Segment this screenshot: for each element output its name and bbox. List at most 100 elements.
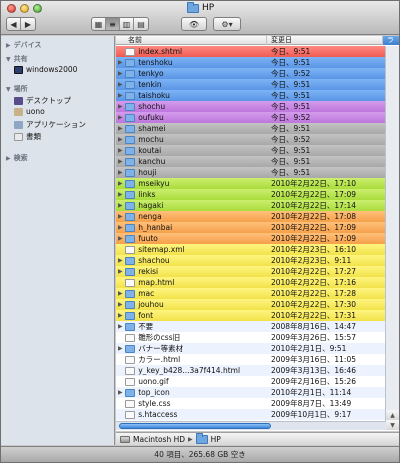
disclosure-triangle-icon[interactable]: ▶ (116, 290, 125, 297)
file-row[interactable]: sitemap.xml2010年2月23日、16:10イ (116, 244, 399, 255)
file-name: top_icon (138, 388, 170, 397)
file-row[interactable]: ▶kanchu今日、9:51グ (116, 156, 399, 167)
disclosure-triangle-icon[interactable]: ▶ (116, 59, 125, 66)
disclosure-triangle-icon[interactable]: ▶ (116, 114, 125, 121)
disclosure-triangle-icon[interactable]: ▶ (116, 202, 125, 209)
disclosure-triangle-icon[interactable]: ▶ (116, 191, 125, 198)
back-button[interactable]: ◀ (7, 18, 21, 30)
disclosure-triangle-icon[interactable]: ▶ (116, 70, 125, 77)
disclosure-triangle-icon[interactable]: ▶ (116, 323, 125, 330)
quicklook-button[interactable]: 👁 (181, 17, 207, 31)
file-row[interactable]: ▶ 不要 2008年8月16日、14:47 (116, 321, 399, 332)
sidebar-item-desktop[interactable]: デスクトップ (14, 95, 71, 106)
file-name: バナー等素材 (138, 344, 184, 353)
file-row[interactable]: ▶rekisi2010年2月22日、17:27イ (116, 266, 399, 277)
file-row[interactable]: ▶font2010年2月22日、17:31イ (116, 310, 399, 321)
scroll-down-arrow-icon[interactable]: ▼ (386, 420, 399, 430)
forward-button[interactable]: ▶ (21, 18, 35, 30)
column-header-name[interactable]: 名前 (124, 36, 236, 45)
disclosure-triangle-icon[interactable]: ▶ (116, 257, 125, 264)
sidebar-header-shared[interactable]: ▼ 共有 (6, 54, 28, 64)
file-row[interactable]: ▶mochu今日、9:52グ (116, 134, 399, 145)
action-menu-button[interactable]: ⚙▾ (213, 17, 241, 31)
horizontal-scrollbar[interactable] (116, 421, 386, 430)
disclosure-triangle-icon[interactable]: ▶ (116, 169, 125, 176)
disclosure-triangle-icon[interactable]: ▶ (116, 81, 125, 88)
zoom-button[interactable] (33, 4, 42, 13)
sidebar-header-places[interactable]: ▼ 場所 (6, 84, 28, 94)
scroll-up-arrow-icon[interactable]: ▲ (386, 410, 399, 420)
list-view-button[interactable]: ≡ (106, 18, 120, 30)
file-row[interactable]: 雛形のcss旧 2009年3月26日、15:57 (116, 332, 399, 343)
minimize-button[interactable] (20, 4, 29, 13)
column-view-button[interactable]: ▥ (120, 18, 134, 30)
file-row[interactable]: ▶ バナー等素材 2010年2月1日、9:51 (116, 343, 399, 354)
disclosure-triangle-icon[interactable]: ▶ (116, 389, 125, 396)
disclosure-triangle-icon[interactable]: ▶ (116, 103, 125, 110)
file-row[interactable]: ▶nenga2010年2月22日、17:08オ (116, 211, 399, 222)
file-row[interactable]: s.htaccess 2009年10月1日、9:17 (116, 409, 399, 420)
file-row[interactable]: ▶tenshoku今日、9:51ブ (116, 57, 399, 68)
sidebar-item-documents[interactable]: 書類 (14, 131, 41, 142)
disclosure-triangle-icon[interactable]: ▶ (116, 268, 125, 275)
disclosure-triangle-icon[interactable]: ▶ (116, 92, 125, 99)
file-date: 2010年2月22日、17:14 (270, 201, 356, 210)
disclosure-triangle-icon[interactable]: ▶ (116, 147, 125, 154)
file-row[interactable]: ▶hagaki2010年2月22日、17:14グ (116, 200, 399, 211)
path-item-folder[interactable]: HP (211, 435, 221, 444)
disclosure-triangle-icon[interactable]: ▶ (116, 180, 125, 187)
sidebar: ▶ デバイス ▼ 共有 windows2000 ▼ 場所 デスクトップ uono… (1, 36, 115, 445)
file-row[interactable]: ▶fuuto2010年2月22日、17:09オ (116, 233, 399, 244)
disclosure-triangle-icon[interactable]: ▶ (116, 235, 125, 242)
sidebar-item-applications[interactable]: アプリケーション (14, 119, 86, 130)
file-row[interactable]: ▶houji今日、9:51グ (116, 167, 399, 178)
disclosure-triangle-icon[interactable]: ▶ (116, 345, 125, 352)
file-row[interactable]: uono.gif 2009年2月16日、15:26 (116, 376, 399, 387)
disclosure-triangle-icon[interactable]: ▶ (116, 312, 125, 319)
folder-icon (124, 223, 136, 232)
folder-icon (187, 1, 199, 13)
coverflow-view-button[interactable]: ▤ (134, 18, 148, 30)
disclosure-triangle-icon[interactable]: ▶ (116, 213, 125, 220)
disclosure-triangle-icon[interactable]: ▶ (116, 158, 125, 165)
file-row[interactable]: ▶jouhou2010年2月22日、17:30イ (116, 299, 399, 310)
file-name: tenkyo (138, 69, 164, 78)
sidebar-header-devices[interactable]: ▶ デバイス (6, 40, 41, 50)
folder-icon (124, 311, 136, 320)
sidebar-header-search[interactable]: ▶ 検索 (6, 153, 28, 163)
sidebar-item-windows2000[interactable]: windows2000 (14, 65, 77, 74)
file-row[interactable]: map.html2010年2月22日、17:16イ (116, 277, 399, 288)
file-row[interactable]: ▶shachou2010年2月23日、9:11イ (116, 255, 399, 266)
file-row[interactable]: ▶mac2010年2月22日、17:28イ (116, 288, 399, 299)
disclosure-triangle-icon[interactable]: ▶ (116, 224, 125, 231)
file-name: kanchu (138, 157, 166, 166)
file-name: houji (138, 168, 157, 177)
file-row[interactable]: index.shtml今日、9:51レ (116, 46, 399, 57)
file-row[interactable]: ▶ top_icon 2010年2月1日、11:14 (116, 387, 399, 398)
file-row[interactable]: ▶koutai今日、9:51グ (116, 145, 399, 156)
vertical-scrollbar[interactable]: ▲ ▼ (385, 46, 399, 430)
sidebar-item-home[interactable]: uono (14, 107, 45, 116)
finder-window: HP ◀ ▶ ▦ ≡ ▥ ▤ 👁 ⚙▾ ▶ デバイス ▼ 共有 windows2… (0, 0, 400, 463)
horizontal-scroll-thumb[interactable] (119, 423, 271, 429)
file-row[interactable]: カラー.html 2009年3月16日、11:05 (116, 354, 399, 365)
file-row[interactable]: ▶oufuku今日、9:52パ (116, 112, 399, 123)
file-row[interactable]: ▶tenkyo今日、9:52ブ (116, 68, 399, 79)
column-header-label[interactable]: ラベル (382, 36, 399, 62)
disclosure-triangle-icon[interactable]: ▶ (116, 125, 125, 132)
column-header-date[interactable]: 変更日 (266, 36, 382, 45)
file-row[interactable]: ▶shamei今日、9:51グ (116, 123, 399, 134)
file-row[interactable]: ▶shochu今日、9:51パ (116, 101, 399, 112)
file-row[interactable]: ▶tenkin今日、9:51ブ (116, 79, 399, 90)
file-row[interactable]: ▶h_hanbai2010年2月22日、17:09オ (116, 222, 399, 233)
file-row[interactable]: ▶mseikyu2010年2月22日、17:10グ (116, 178, 399, 189)
path-item-disk[interactable]: Macintosh HD (133, 435, 185, 444)
disclosure-triangle-icon[interactable]: ▶ (116, 136, 125, 143)
close-button[interactable] (7, 4, 16, 13)
file-row[interactable]: ▶links2010年2月22日、17:09グ (116, 189, 399, 200)
file-row[interactable]: y_key_b428...3a7f414.html 2009年3月13日、16:4… (116, 365, 399, 376)
file-row[interactable]: style.css 2009年8月7日、13:49 (116, 398, 399, 409)
disclosure-triangle-icon[interactable]: ▶ (116, 301, 125, 308)
icon-view-button[interactable]: ▦ (92, 18, 106, 30)
file-row[interactable]: ▶taishoku今日、9:51ブ (116, 90, 399, 101)
